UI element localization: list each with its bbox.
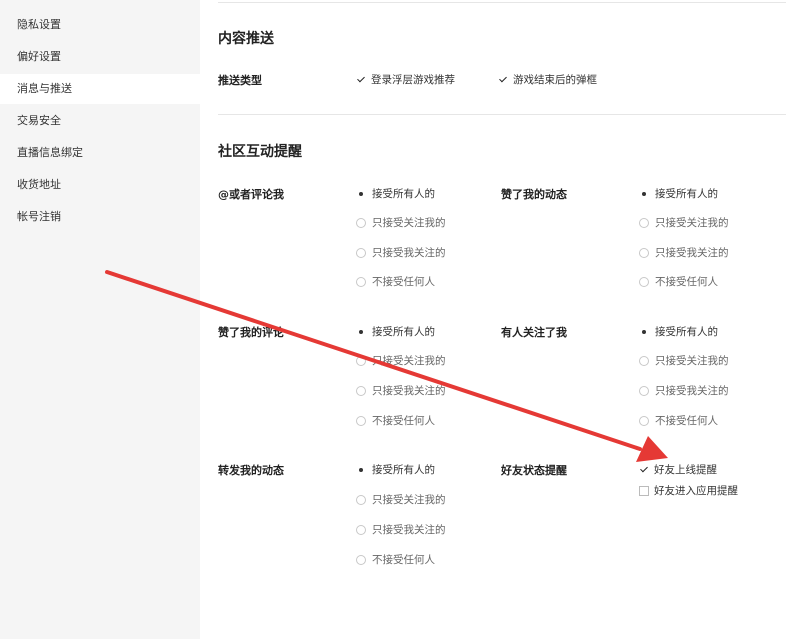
mention-radio-everyone[interactable]: 接受所有人的 — [356, 186, 435, 201]
like-post-radio-nobody[interactable]: 不接受任何人 — [639, 274, 718, 289]
section-divider — [218, 114, 786, 115]
checkbox-label: 游戏结束后的弹框 — [513, 74, 597, 86]
friend-online-checkbox[interactable]: 好友上线提醒 — [639, 462, 717, 477]
checkbox-label: 好友上线提醒 — [654, 464, 717, 476]
main-panel: 内容推送 推送类型 登录浮层游戏推荐 游戏结束后的弹框 社区互动提醒 @或者评论… — [200, 0, 804, 639]
follow-label: 有人关注了我 — [501, 326, 567, 339]
follow-radio-nobody[interactable]: 不接受任何人 — [639, 413, 718, 428]
radio-selected-icon — [639, 327, 649, 337]
radio-unselected-icon — [639, 247, 649, 258]
radio-label: 只接受我关注的 — [372, 524, 446, 536]
radio-label: 只接受关注我的 — [655, 217, 729, 229]
radio-label: 接受所有人的 — [655, 188, 718, 200]
radio-unselected-icon — [356, 217, 366, 228]
radio-label: 接受所有人的 — [372, 188, 435, 200]
radio-unselected-icon — [356, 494, 366, 505]
checkmark-icon — [356, 75, 366, 85]
repost-label: 转发我的动态 — [218, 464, 284, 477]
radio-label: 只接受关注我的 — [372, 494, 446, 506]
like-comment-radio-following[interactable]: 只接受我关注的 — [356, 383, 446, 398]
radio-label: 接受所有人的 — [372, 326, 435, 338]
checkbox-label: 登录浮层游戏推荐 — [371, 74, 455, 86]
friend-enter-app-checkbox[interactable]: 好友进入应用提醒 — [639, 483, 738, 498]
like-post-radio-everyone[interactable]: 接受所有人的 — [639, 186, 718, 201]
mention-radio-following[interactable]: 只接受我关注的 — [356, 245, 446, 260]
radio-unselected-icon — [356, 247, 366, 258]
radio-unselected-icon — [639, 355, 649, 366]
radio-selected-icon — [356, 465, 366, 475]
like-comment-radio-everyone[interactable]: 接受所有人的 — [356, 324, 435, 339]
mention-label: @或者评论我 — [218, 188, 284, 201]
friend-status-label: 好友状态提醒 — [501, 464, 567, 477]
radio-unselected-icon — [356, 385, 366, 396]
radio-unselected-icon — [639, 217, 649, 228]
radio-label: 不接受任何人 — [655, 415, 718, 427]
radio-unselected-icon — [356, 524, 366, 535]
radio-label: 不接受任何人 — [372, 554, 435, 566]
radio-label: 接受所有人的 — [655, 326, 718, 338]
login-overlay-game-recommend-checkbox[interactable]: 登录浮层游戏推荐 — [356, 72, 455, 87]
content-push-title: 内容推送 — [218, 31, 274, 47]
like-comment-radio-nobody[interactable]: 不接受任何人 — [356, 413, 435, 428]
sidebar-item-shipping-address[interactable]: 收货地址 — [0, 170, 200, 200]
radio-label: 不接受任何人 — [372, 276, 435, 288]
radio-label: 只接受关注我的 — [655, 355, 729, 367]
follow-radio-followers[interactable]: 只接受关注我的 — [639, 353, 729, 368]
radio-label: 不接受任何人 — [372, 415, 435, 427]
radio-label: 只接受我关注的 — [655, 247, 729, 259]
radio-label: 只接受关注我的 — [372, 355, 446, 367]
like-comment-label: 赞了我的评论 — [218, 326, 284, 339]
radio-unselected-icon — [639, 276, 649, 287]
checkmark-icon — [639, 465, 649, 475]
radio-unselected-icon — [356, 276, 366, 287]
follow-radio-following[interactable]: 只接受我关注的 — [639, 383, 729, 398]
radio-label: 接受所有人的 — [372, 464, 435, 476]
sidebar: 隐私设置 偏好设置 消息与推送 交易安全 直播信息绑定 收货地址 帐号注销 — [0, 0, 200, 639]
push-type-label: 推送类型 — [218, 74, 262, 87]
top-divider — [218, 2, 786, 3]
like-post-radio-followers[interactable]: 只接受关注我的 — [639, 215, 729, 230]
radio-unselected-icon — [356, 415, 366, 426]
repost-radio-everyone[interactable]: 接受所有人的 — [356, 462, 435, 477]
repost-radio-followers[interactable]: 只接受关注我的 — [356, 492, 446, 507]
mention-radio-followers[interactable]: 只接受关注我的 — [356, 215, 446, 230]
radio-selected-icon — [356, 189, 366, 199]
empty-checkbox-icon — [639, 485, 649, 496]
radio-label: 只接受我关注的 — [655, 385, 729, 397]
like-post-label: 赞了我的动态 — [501, 188, 567, 201]
like-comment-radio-followers[interactable]: 只接受关注我的 — [356, 353, 446, 368]
sidebar-item-trade-security[interactable]: 交易安全 — [0, 106, 200, 136]
community-title: 社区互动提醒 — [218, 144, 302, 160]
radio-selected-icon — [639, 189, 649, 199]
sidebar-item-preferences[interactable]: 偏好设置 — [0, 42, 200, 72]
radio-label: 不接受任何人 — [655, 276, 718, 288]
sidebar-item-account-deletion[interactable]: 帐号注销 — [0, 202, 200, 232]
follow-radio-everyone[interactable]: 接受所有人的 — [639, 324, 718, 339]
like-post-radio-following[interactable]: 只接受我关注的 — [639, 245, 729, 260]
repost-radio-nobody[interactable]: 不接受任何人 — [356, 552, 435, 567]
sidebar-item-live-binding[interactable]: 直播信息绑定 — [0, 138, 200, 168]
radio-unselected-icon — [356, 355, 366, 366]
radio-label: 只接受我关注的 — [372, 247, 446, 259]
game-end-popup-checkbox[interactable]: 游戏结束后的弹框 — [498, 72, 597, 87]
repost-radio-following[interactable]: 只接受我关注的 — [356, 522, 446, 537]
radio-unselected-icon — [356, 554, 366, 565]
radio-unselected-icon — [639, 385, 649, 396]
sidebar-item-privacy[interactable]: 隐私设置 — [0, 10, 200, 40]
radio-label: 只接受我关注的 — [372, 385, 446, 397]
radio-unselected-icon — [639, 415, 649, 426]
radio-label: 只接受关注我的 — [372, 217, 446, 229]
radio-selected-icon — [356, 327, 366, 337]
checkbox-label: 好友进入应用提醒 — [654, 485, 738, 497]
checkmark-icon — [498, 75, 508, 85]
mention-radio-nobody[interactable]: 不接受任何人 — [356, 274, 435, 289]
sidebar-item-messages-push[interactable]: 消息与推送 — [0, 74, 200, 104]
